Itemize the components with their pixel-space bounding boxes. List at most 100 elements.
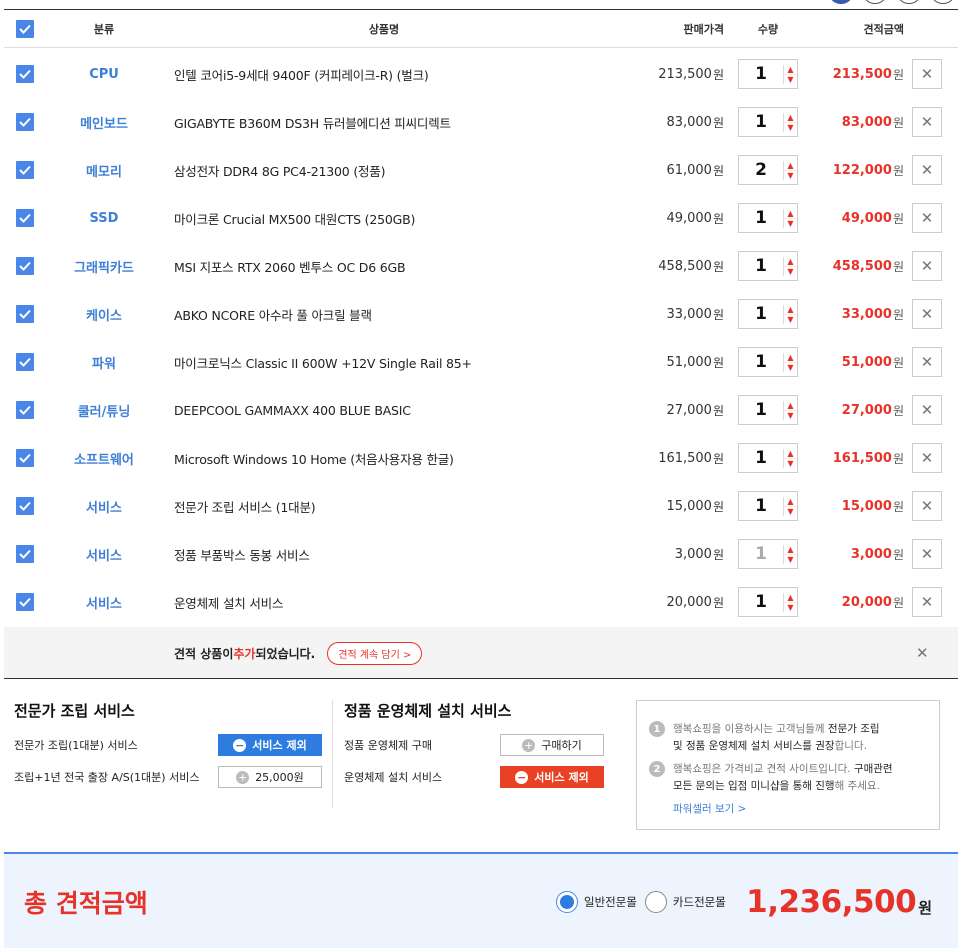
quantity-stepper[interactable]: 1 ▲ ▼ [738, 299, 798, 329]
increment-icon[interactable]: ▲ [784, 353, 797, 362]
row-product-name[interactable]: 전문가 조립 서비스 (1대분) [174, 482, 594, 530]
radio-selected[interactable] [556, 891, 578, 913]
quantity-input[interactable]: 1 [739, 400, 783, 420]
row-product-name[interactable]: ABKO NCORE 아수라 풀 아크릴 블랙 [174, 290, 594, 338]
remove-item-icon[interactable]: ✕ [912, 347, 942, 377]
row-category[interactable]: 서비스 [64, 530, 144, 578]
row-product-name[interactable]: DEEPCOOL GAMMAXX 400 BLUE BASIC [174, 386, 594, 434]
option-general-mall[interactable]: 일반전문몰 [556, 891, 637, 913]
continue-adding-button[interactable]: 견적 계속 담기 > [327, 641, 423, 665]
decrement-icon[interactable]: ▼ [784, 361, 797, 372]
remove-item-icon[interactable]: ✕ [912, 107, 942, 137]
increment-icon[interactable]: ▲ [784, 449, 797, 458]
row-product-name[interactable]: Microsoft Windows 10 Home (처음사용자용 한글) [174, 434, 594, 482]
decrement-icon[interactable]: ▼ [784, 409, 797, 420]
row-product-name[interactable]: 마이크론 Crucial MX500 대원CTS (250GB) [174, 194, 594, 242]
os-buy-button[interactable]: + 구매하기 [500, 734, 604, 756]
increment-icon[interactable]: ▲ [784, 65, 797, 74]
increment-icon[interactable]: ▲ [784, 113, 797, 122]
row-category[interactable]: 메인보드 [64, 98, 144, 146]
row-category[interactable]: 메모리 [64, 146, 144, 194]
decrement-icon[interactable]: ▼ [784, 121, 797, 132]
row-product-name[interactable]: 삼성전자 DDR4 8G PC4-21300 (정품) [174, 146, 594, 194]
remove-item-icon[interactable]: ✕ [912, 251, 942, 281]
increment-icon[interactable]: ▲ [784, 497, 797, 506]
row-checkbox[interactable] [16, 449, 34, 467]
quantity-stepper[interactable]: 1 ▲ ▼ [738, 203, 798, 233]
quantity-input[interactable]: 2 [739, 160, 783, 180]
os-exclude-button[interactable]: − 서비스 제외 [500, 766, 604, 788]
row-checkbox[interactable] [16, 209, 34, 227]
remove-item-icon[interactable]: ✕ [912, 587, 942, 617]
quantity-input[interactable]: 1 [739, 64, 783, 84]
row-product-name[interactable]: 운영체제 설치 서비스 [174, 578, 594, 626]
decrement-icon[interactable]: ▼ [784, 169, 797, 180]
quantity-stepper[interactable]: 1 ▲ ▼ [738, 395, 798, 425]
quantity-input[interactable]: 1 [739, 352, 783, 372]
quantity-input[interactable]: 1 [739, 448, 783, 468]
decrement-icon[interactable]: ▼ [784, 505, 797, 516]
row-product-name[interactable]: 정품 부품박스 동봉 서비스 [174, 530, 594, 578]
quantity-stepper[interactable]: 1 ▲ ▼ [738, 59, 798, 89]
quantity-input[interactable]: 1 [739, 112, 783, 132]
increment-icon[interactable]: ▲ [784, 593, 797, 602]
row-category[interactable]: 그래픽카드 [64, 242, 144, 290]
decrement-icon[interactable]: ▼ [784, 457, 797, 468]
remove-item-icon[interactable]: ✕ [912, 491, 942, 521]
row-checkbox[interactable] [16, 257, 34, 275]
decrement-icon[interactable]: ▼ [784, 217, 797, 228]
row-category[interactable]: 서비스 [64, 578, 144, 626]
assembly-as-add-button[interactable]: +25,000원 [218, 766, 322, 788]
remove-item-icon[interactable]: ✕ [912, 59, 942, 89]
page-dot[interactable] [896, 0, 922, 4]
page-dot-active[interactable] [828, 0, 854, 4]
row-category[interactable]: CPU [64, 50, 144, 98]
quantity-input[interactable]: 1 [739, 592, 783, 612]
row-product-name[interactable]: GIGABYTE B360M DS3H 듀러블에디션 피씨디렉트 [174, 98, 594, 146]
quantity-stepper[interactable]: 1 ▲ ▼ [738, 587, 798, 617]
row-checkbox[interactable] [16, 593, 34, 611]
increment-icon[interactable]: ▲ [784, 209, 797, 218]
quantity-stepper[interactable]: 1 ▲ ▼ [738, 443, 798, 473]
page-dot[interactable] [930, 0, 956, 4]
row-checkbox[interactable] [16, 65, 34, 83]
row-checkbox[interactable] [16, 161, 34, 179]
decrement-icon[interactable]: ▼ [784, 313, 797, 324]
quantity-input[interactable]: 1 [739, 256, 783, 276]
row-product-name[interactable]: 마이크로닉스 Classic II 600W +12V Single Rail … [174, 338, 594, 386]
increment-icon[interactable]: ▲ [784, 305, 797, 314]
row-category[interactable]: 파워 [64, 338, 144, 386]
row-category[interactable]: 케이스 [64, 290, 144, 338]
row-checkbox[interactable] [16, 401, 34, 419]
quantity-stepper[interactable]: 1 ▲ ▼ [738, 107, 798, 137]
quantity-stepper[interactable]: 1 ▲ ▼ [738, 491, 798, 521]
quantity-input[interactable]: 1 [739, 208, 783, 228]
powerseller-link[interactable]: 파워셀러 보기 > [673, 801, 927, 818]
increment-icon[interactable]: ▲ [784, 545, 797, 554]
quantity-input[interactable]: 1 [739, 304, 783, 324]
remove-item-icon[interactable]: ✕ [912, 539, 942, 569]
quantity-stepper[interactable]: 1 ▲ ▼ [738, 251, 798, 281]
select-all-checkbox[interactable] [16, 20, 34, 38]
decrement-icon[interactable]: ▼ [784, 73, 797, 84]
row-checkbox[interactable] [16, 113, 34, 131]
radio-unselected[interactable] [644, 891, 667, 913]
decrement-icon[interactable]: ▼ [784, 553, 797, 564]
row-category[interactable]: 서비스 [64, 482, 144, 530]
row-checkbox[interactable] [16, 497, 34, 515]
quantity-stepper[interactable]: 1 ▲ ▼ [738, 347, 798, 377]
remove-item-icon[interactable]: ✕ [912, 395, 942, 425]
option-card-mall[interactable]: 카드전문몰 [644, 891, 726, 913]
page-dot[interactable] [862, 0, 888, 4]
row-category[interactable]: 소프트웨어 [64, 434, 144, 482]
quantity-stepper[interactable]: 1 ▲ ▼ [738, 539, 798, 569]
row-checkbox[interactable] [16, 305, 34, 323]
row-category[interactable]: SSD [64, 194, 144, 242]
close-notice-icon[interactable]: ✕ [916, 627, 929, 679]
decrement-icon[interactable]: ▼ [784, 265, 797, 276]
decrement-icon[interactable]: ▼ [784, 601, 797, 612]
row-category[interactable]: 쿨러/튜닝 [64, 386, 144, 434]
row-checkbox[interactable] [16, 353, 34, 371]
increment-icon[interactable]: ▲ [784, 257, 797, 266]
remove-item-icon[interactable]: ✕ [912, 203, 942, 233]
